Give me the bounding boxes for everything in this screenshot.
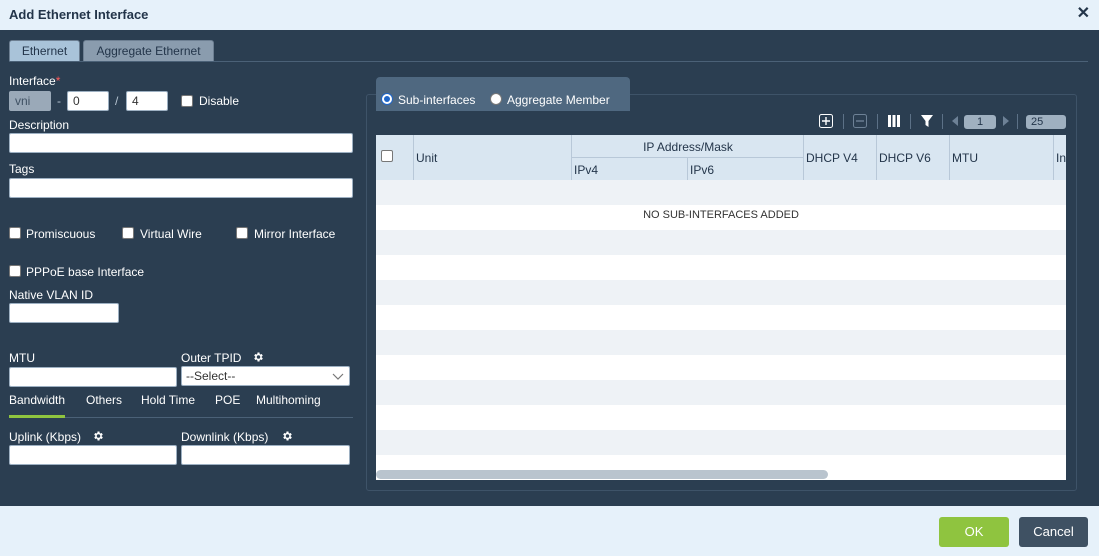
chevron-down-icon [332, 373, 344, 380]
member-type-radio-bar: Sub-interfaces Aggregate Member [376, 77, 630, 111]
downlink-label: Downlink (Kbps) [181, 430, 269, 444]
outer-tpid-gear-icon[interactable] [252, 351, 264, 363]
table-row [376, 330, 1066, 355]
description-label: Description [9, 118, 70, 132]
radio-aggregate-member-label: Aggregate Member [507, 93, 610, 107]
col-ip-address: IP Address/Mask [643, 140, 733, 154]
col-divider [1053, 135, 1054, 180]
interface-prefix-field: vni [9, 91, 51, 111]
uplink-label: Uplink (Kbps) [9, 430, 82, 444]
dialog-title: Add Ethernet Interface [9, 7, 149, 22]
mirror-interface-label: Mirror Interface [254, 227, 336, 241]
native-vlan-label: Native VLAN ID [9, 288, 94, 302]
table-row [376, 255, 1066, 280]
interface-slot-input[interactable]: 0 [67, 91, 109, 111]
col-ipv4[interactable]: IPv4 [574, 163, 598, 177]
ok-button[interactable]: OK [939, 517, 1009, 547]
required-mark: * [55, 74, 61, 88]
remove-icon[interactable] [853, 114, 867, 128]
subtab-hold-time[interactable]: Hold Time [141, 393, 195, 407]
table-header: Unit IP Address/Mask IPv4 IPv6 DHCP V4 D… [376, 135, 1066, 180]
columns-icon[interactable] [887, 114, 901, 128]
sub-interfaces-table: Unit IP Address/Mask IPv4 IPv6 DHCP V4 D… [376, 135, 1066, 480]
col-mtu[interactable]: MTU [952, 151, 978, 165]
subtab-multihoming[interactable]: Multihoming [256, 393, 321, 407]
col-unit[interactable]: Unit [416, 151, 437, 165]
table-row [376, 380, 1066, 405]
tab-divider [9, 61, 1088, 62]
disable-checkbox[interactable] [181, 95, 193, 107]
radio-aggregate-member[interactable] [490, 93, 502, 105]
col-divider [876, 135, 877, 180]
col-divider [413, 135, 414, 180]
radio-sub-interfaces-label: Sub-interfaces [398, 93, 476, 107]
table-row [376, 180, 1066, 205]
table-row [376, 305, 1066, 330]
table-row [376, 405, 1066, 430]
outer-tpid-selected: --Select-- [186, 369, 236, 383]
page-size-select[interactable]: 25 [1026, 115, 1066, 129]
pppoe-label: PPPoE base Interface [26, 265, 145, 279]
toolbar-divider [843, 114, 844, 129]
table-row [376, 430, 1066, 455]
col-ipv6[interactable]: IPv6 [690, 163, 714, 177]
toolbar-divider [910, 114, 911, 129]
outer-tpid-label: Outer TPID [181, 351, 242, 365]
mirror-interface-checkbox[interactable] [236, 227, 248, 239]
subtab-others[interactable]: Others [86, 393, 122, 407]
page-number-input[interactable]: 1 [964, 115, 996, 129]
toolbar-divider [942, 114, 943, 129]
outer-tpid-select[interactable]: --Select-- [181, 366, 350, 386]
interface-port-input[interactable]: 4 [126, 91, 168, 111]
radio-sub-interfaces[interactable] [381, 93, 393, 105]
mtu-label: MTU [9, 351, 35, 365]
virtual-wire-label: Virtual Wire [140, 227, 202, 241]
horizontal-scrollbar[interactable] [376, 470, 828, 479]
col-divider [803, 135, 804, 180]
col-dhcp-v6[interactable]: DHCP V6 [879, 151, 931, 165]
promiscuous-label: Promiscuous [26, 227, 96, 241]
tags-input[interactable] [9, 178, 353, 198]
tab-ethernet[interactable]: Ethernet [9, 40, 80, 61]
description-input[interactable] [9, 133, 353, 153]
table-row [376, 280, 1066, 305]
downlink-gear-icon[interactable] [281, 430, 293, 442]
dialog-titlebar: Add Ethernet Interface ✕ [0, 0, 1099, 30]
add-icon[interactable] [819, 114, 833, 128]
subtab-poe[interactable]: POE [215, 393, 240, 407]
mtu-input[interactable] [9, 367, 177, 387]
empty-message: NO SUB-INTERFACES ADDED [643, 209, 799, 221]
tab-aggregate-ethernet[interactable]: Aggregate Ethernet [83, 40, 214, 61]
toolbar-divider [877, 114, 878, 129]
promiscuous-checkbox[interactable] [9, 227, 21, 239]
tags-label: Tags [9, 162, 35, 176]
downlink-input[interactable] [181, 445, 350, 465]
disable-label: Disable [199, 94, 240, 108]
prev-page-icon[interactable] [951, 114, 959, 128]
dialog-footer: OK Cancel [0, 506, 1099, 556]
col-dhcp-v4[interactable]: DHCP V4 [806, 151, 858, 165]
interface-dash: - [57, 94, 61, 108]
uplink-input[interactable] [9, 445, 177, 465]
table-row [376, 355, 1066, 380]
native-vlan-input[interactable] [9, 303, 119, 323]
interface-slash: / [115, 94, 119, 108]
filter-icon[interactable] [920, 114, 934, 128]
pppoe-checkbox[interactable] [9, 265, 21, 277]
toolbar-divider [1017, 114, 1018, 129]
cancel-button[interactable]: Cancel [1019, 517, 1088, 547]
interface-label: Interface* [9, 74, 61, 88]
select-all-checkbox[interactable] [381, 150, 393, 162]
settings-subtabs: Bandwidth Others Hold Time POE Multihomi… [9, 393, 353, 418]
close-icon[interactable]: ✕ [1077, 6, 1090, 22]
col-divider [949, 135, 950, 180]
subtab-bandwidth[interactable]: Bandwidth [9, 393, 66, 418]
uplink-gear-icon[interactable] [92, 430, 104, 442]
table-row [376, 230, 1066, 255]
virtual-wire-checkbox[interactable] [122, 227, 134, 239]
next-page-icon[interactable] [1002, 114, 1010, 128]
col-divider [687, 157, 688, 180]
col-truncated[interactable]: In [1056, 151, 1066, 165]
